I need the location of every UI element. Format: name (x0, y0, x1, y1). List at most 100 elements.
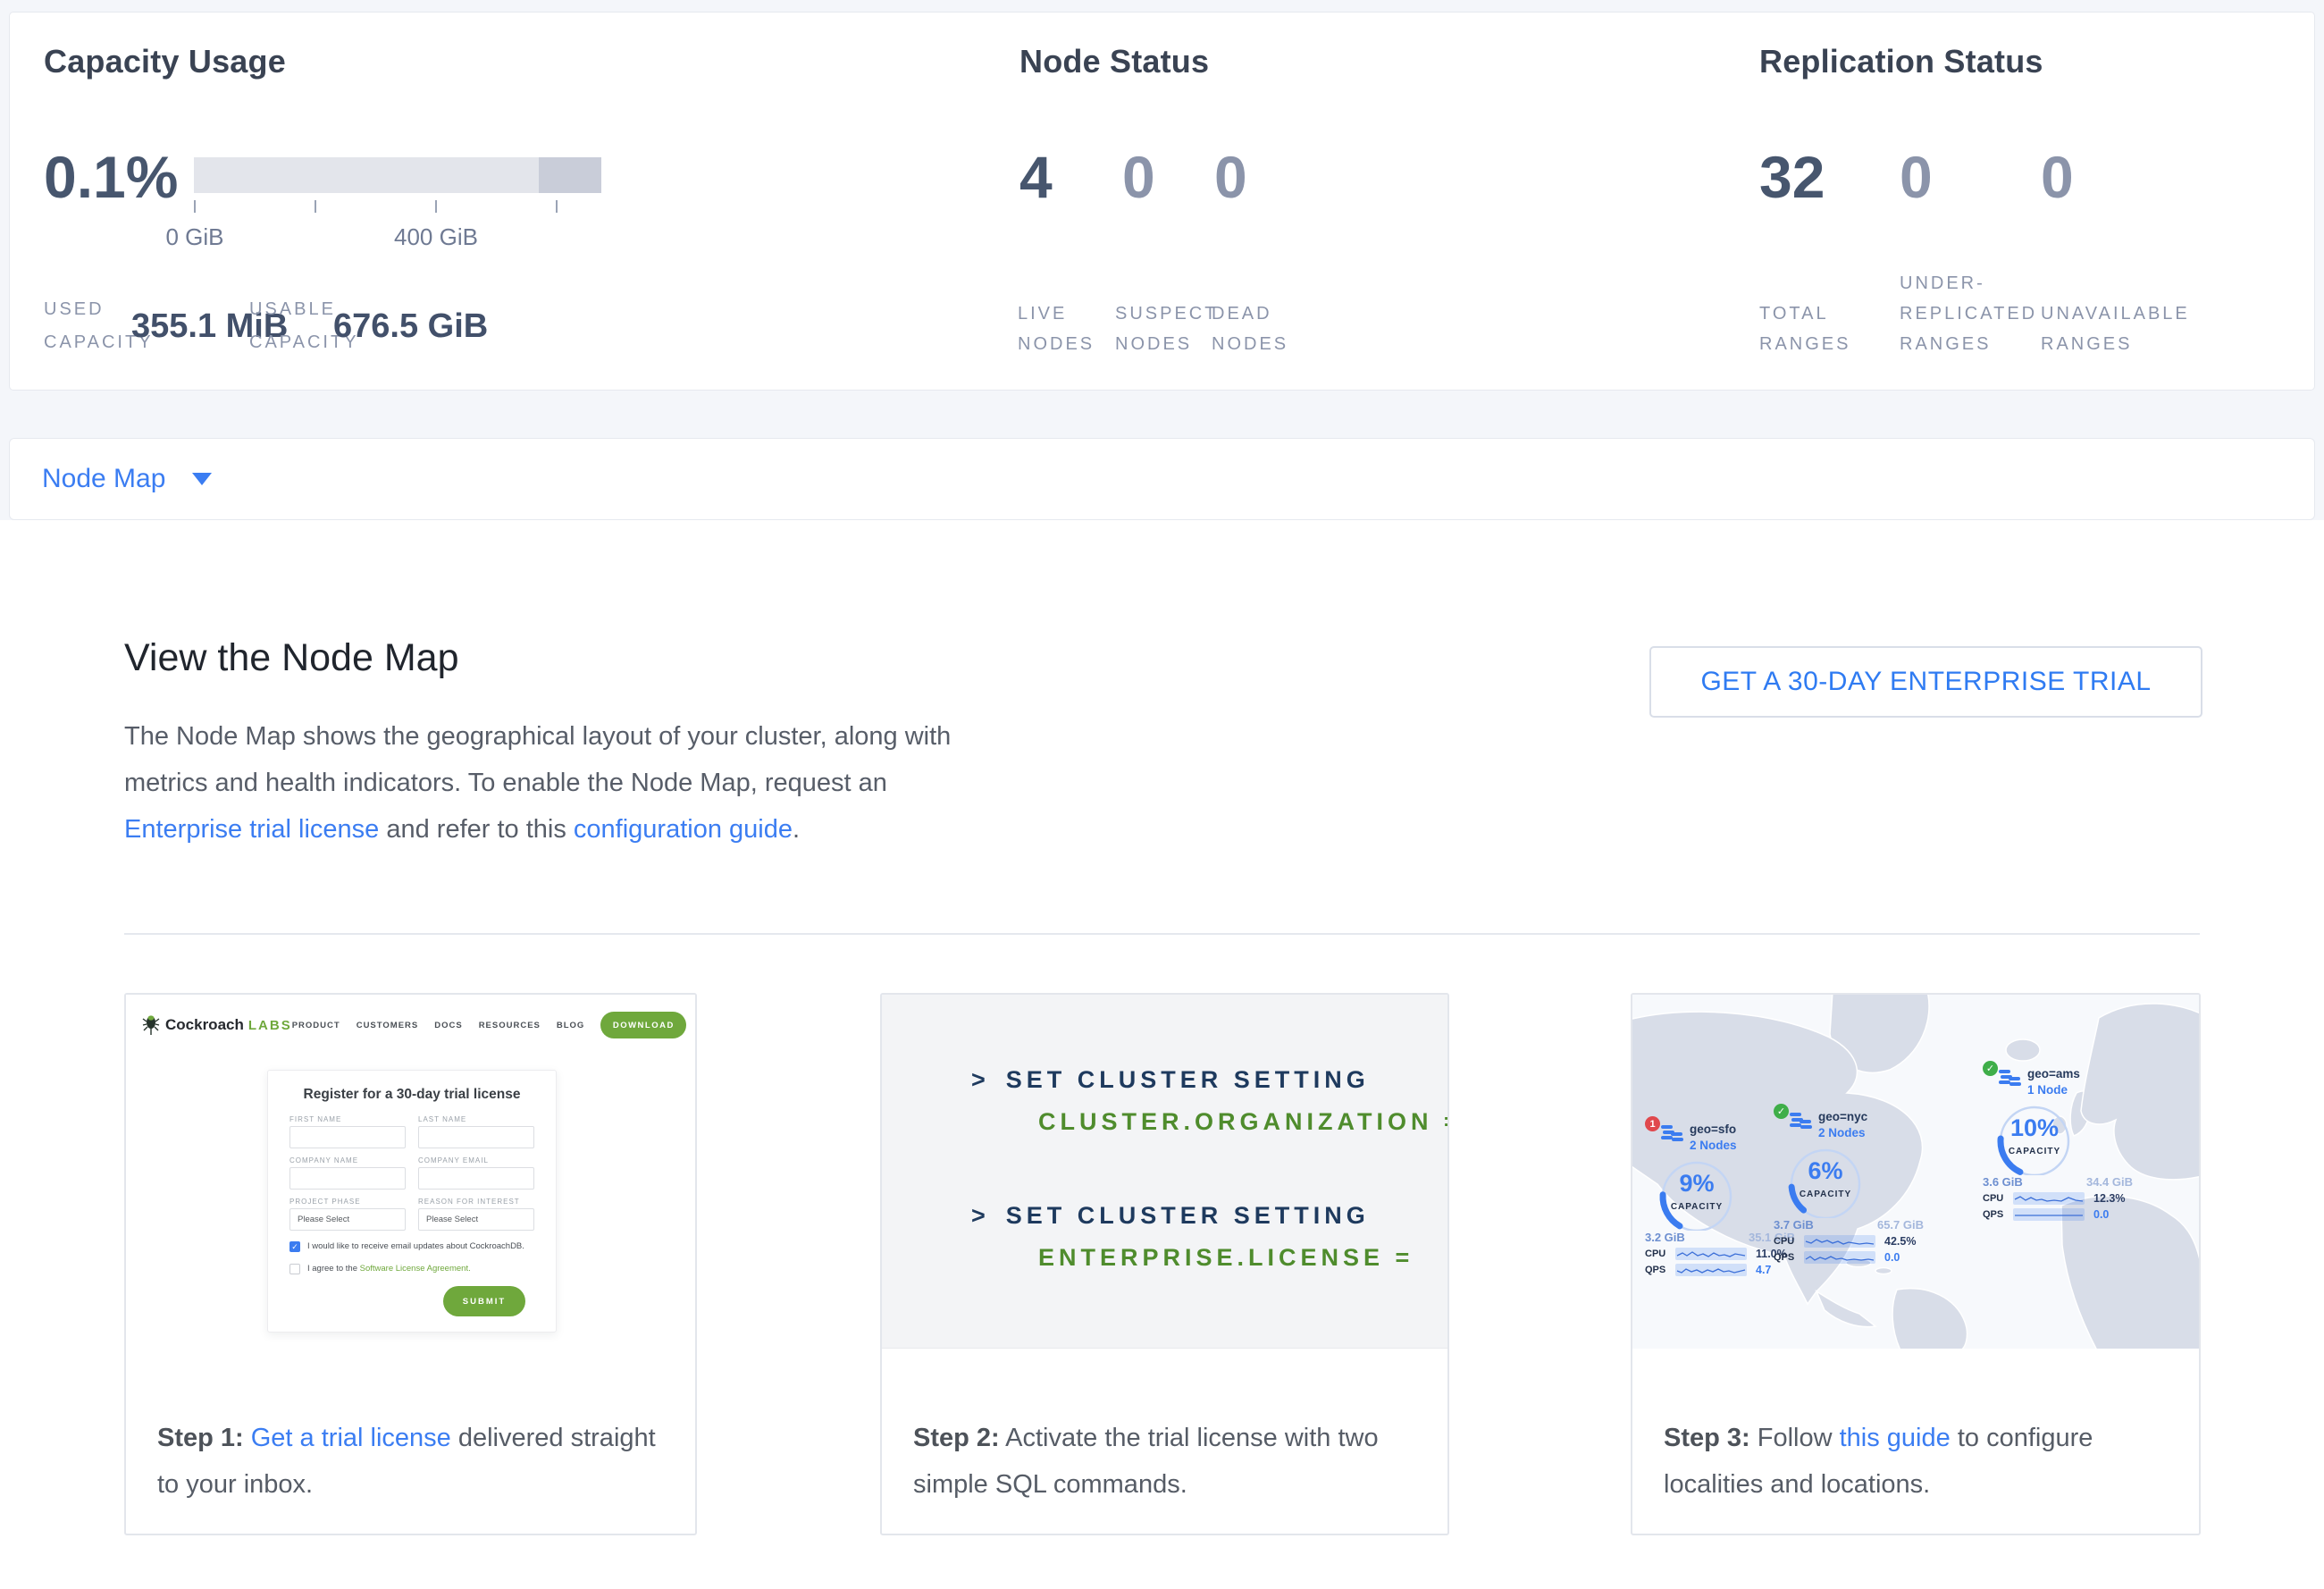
license-agreement-checkbox (289, 1264, 300, 1274)
step3-card: 1 geo=sfo 2 Nodes 9% CAPACITY (1631, 993, 2201, 1535)
capacity-gauge: 10% CAPACITY (1983, 1100, 2086, 1175)
capacity-tick (556, 200, 558, 213)
capacity-total: 34.4 GiB (2086, 1175, 2133, 1189)
get-trial-license-link[interactable]: Get a trial license (251, 1424, 451, 1452)
license-agreement-label: I agree to the Software License Agreemen… (307, 1263, 471, 1275)
capacity-tick (194, 200, 196, 213)
live-nodes-label: LIVENODES (1018, 270, 1095, 359)
capacity-usage-title: Capacity Usage (44, 43, 286, 80)
cpu-label: CPU (1983, 1193, 2013, 1204)
trial-registration-form: Register for a 30-day trial license FIRS… (267, 1070, 557, 1333)
registration-form-title: Register for a 30-day trial license (289, 1087, 534, 1103)
download-button: DOWNLOAD (600, 1012, 686, 1038)
description-text: and refer to this (379, 815, 574, 844)
cpu-sparkline (1804, 1235, 1875, 1248)
suspect-nodes-value: 0 (1122, 143, 1155, 211)
site-nav-resources: RESOURCES (479, 1021, 541, 1030)
cpu-value: 12.3% (2093, 1192, 2125, 1205)
view-selector-dropdown[interactable]: Node Map (9, 438, 2315, 520)
capacity-used: 3.6 GiB (1983, 1175, 2023, 1189)
reason-label: REASON FOR INTEREST (418, 1198, 534, 1206)
site-nav-customers: CUSTOMERS (357, 1021, 419, 1030)
enterprise-trial-button[interactable]: GET A 30-DAY ENTERPRISE TRIAL (1649, 646, 2202, 718)
capacity-tick (315, 200, 316, 213)
license-agreement-link: Software License Agreement. (360, 1264, 471, 1274)
site-header: Cockroach LABS PRODUCT CUSTOMERS DOCS RE… (142, 1005, 679, 1045)
sql-commands-panel: >SET CLUSTER SETTING CLUSTER.ORGANIZATIO… (882, 995, 1447, 1349)
total-ranges-value: 32 (1759, 143, 1825, 211)
locality-marker-nyc: ✓ geo=nyc 2 Nodes 6% CAPACITY (1774, 1109, 1925, 1264)
qps-sparkline (1675, 1264, 1747, 1276)
sql-command-2-value: ENTERPRISE.LICENSE = (1038, 1244, 1414, 1272)
locality-name: geo=ams (2027, 1067, 2080, 1080)
capacity-bar-tail (539, 157, 601, 193)
company-email-label: COMPANY EMAIL (418, 1156, 534, 1164)
step2-caption: Step 2: Activate the trial license with … (913, 1415, 1412, 1508)
healthy-check-icon: ✓ (1774, 1104, 1789, 1119)
locality-node-count: 2 Nodes (1818, 1126, 1866, 1139)
capacity-total: 65.7 GiB (1877, 1218, 1924, 1232)
description-text: . (793, 815, 800, 844)
reason-select: Please Select (418, 1208, 534, 1231)
capacity-used: 3.7 GiB (1774, 1218, 1814, 1232)
registration-site-thumbnail: Cockroach LABS PRODUCT CUSTOMERS DOCS RE… (126, 995, 695, 1392)
qps-value: 0.0 (1884, 1251, 1900, 1264)
qps-label: QPS (1645, 1265, 1675, 1275)
step1-card: Cockroach LABS PRODUCT CUSTOMERS DOCS RE… (124, 993, 697, 1535)
unavailable-label: UNAVAILABLERANGES (2041, 270, 2190, 359)
sql-command-2: >SET CLUSTER SETTING (971, 1202, 1370, 1230)
capacity-gauge: 6% CAPACITY (1774, 1143, 1877, 1218)
replication-status-title: Replication Status (1759, 43, 2043, 80)
project-phase-select: Please Select (289, 1208, 406, 1231)
section-divider (124, 933, 2200, 935)
site-nav: PRODUCT CUSTOMERS DOCS RESOURCES BLOG DO… (292, 1012, 687, 1038)
cpu-sparkline (1675, 1248, 1747, 1260)
unavailable-value: 0 (2041, 143, 2074, 211)
cluster-summary-panel: Capacity Usage 0.1% 0 GiB 400 GiB USEDCA… (9, 12, 2315, 391)
cpu-sparkline (2013, 1192, 2085, 1205)
capacity-gauge: 9% CAPACITY (1645, 1156, 1749, 1231)
live-nodes-value: 4 (1019, 143, 1053, 211)
nodes-stack-icon (1661, 1123, 1684, 1145)
capacity-tick (435, 200, 437, 213)
first-name-field (289, 1126, 406, 1148)
configuration-guide-link[interactable]: configuration guide (574, 815, 793, 844)
description-text: The Node Map shows the geographical layo… (124, 722, 951, 797)
locality-name: geo=nyc (1818, 1110, 1867, 1123)
usable-capacity-value: 676.5 GiB (333, 307, 488, 346)
enterprise-trial-license-link[interactable]: Enterprise trial license (124, 815, 379, 844)
capacity-tick-label-0: 0 GiB (141, 223, 248, 251)
cluster-overview-page: Capacity Usage 0.1% 0 GiB 400 GiB USEDCA… (0, 0, 2324, 1589)
error-badge-icon: 1 (1645, 1116, 1660, 1131)
section-description: The Node Map shows the geographical layo… (124, 713, 973, 853)
qps-value: 4.7 (1756, 1264, 1771, 1276)
qps-label: QPS (1774, 1252, 1804, 1263)
project-phase-label: PROJECT PHASE (289, 1198, 406, 1206)
submit-button: SUBMIT (443, 1286, 525, 1316)
cpu-label: CPU (1774, 1236, 1804, 1247)
site-nav-docs: DOCS (434, 1021, 462, 1030)
site-nav-product: PRODUCT (292, 1021, 340, 1030)
cpu-label: CPU (1645, 1248, 1675, 1259)
last-name-field (418, 1126, 534, 1148)
site-nav-blog: BLOG (557, 1021, 584, 1030)
company-email-field (418, 1167, 534, 1190)
suspect-nodes-label: SUSPECTNODES (1115, 270, 1218, 359)
nodes-stack-icon (1999, 1068, 2022, 1089)
locality-marker-ams: ✓ geo=ams 1 Node 10% CAPACITY (1983, 1066, 2135, 1221)
capacity-used: 3.2 GiB (1645, 1231, 1685, 1244)
step1-caption: Step 1: Get a trial license delivered st… (157, 1415, 659, 1508)
locality-node-count: 1 Node (2027, 1083, 2068, 1097)
total-ranges-label: TOTALRANGES (1759, 270, 1850, 359)
company-name-label: COMPANY NAME (289, 1156, 406, 1164)
first-name-label: FIRST NAME (289, 1115, 406, 1123)
under-replicated-value: 0 (1900, 143, 1933, 211)
nodes-stack-icon (1790, 1111, 1813, 1132)
this-guide-link[interactable]: this guide (1840, 1424, 1951, 1452)
email-updates-label: I would like to receive email updates ab… (307, 1240, 524, 1253)
qps-sparkline (2013, 1208, 2085, 1221)
qps-label: QPS (1983, 1209, 2013, 1220)
sql-command-1-value: CLUSTER.ORGANIZATION = (1038, 1108, 1449, 1136)
company-name-field (289, 1167, 406, 1190)
email-updates-checkbox: ✓ (289, 1241, 300, 1252)
